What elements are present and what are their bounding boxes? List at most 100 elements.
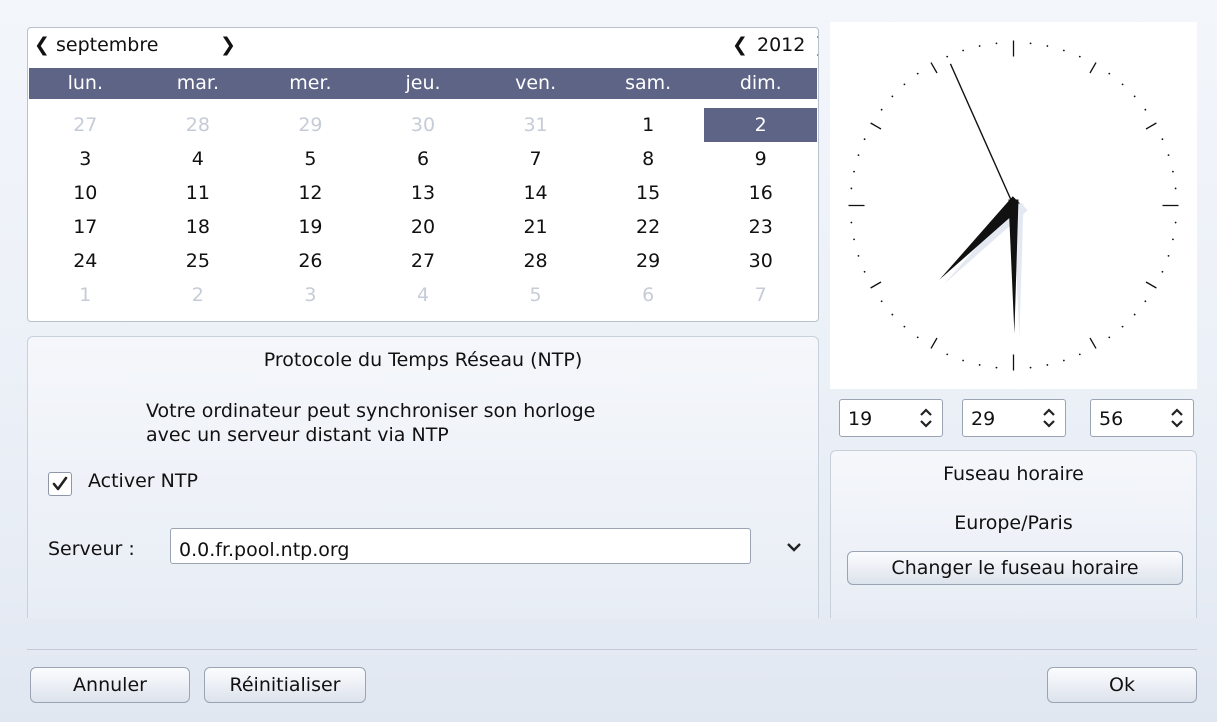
calendar-day[interactable]: 26 xyxy=(254,244,367,278)
minute-dot xyxy=(1108,336,1111,339)
calendar-day[interactable]: 12 xyxy=(254,176,367,210)
calendar-day[interactable]: 20 xyxy=(367,210,480,244)
calendar-day[interactable]: 29 xyxy=(254,108,367,142)
calendar-day[interactable]: 16 xyxy=(704,176,817,210)
calendar-day[interactable]: 3 xyxy=(254,278,367,312)
minute-dot xyxy=(1078,353,1081,356)
year-label[interactable]: 2012 xyxy=(757,34,805,56)
minute-dot xyxy=(903,83,906,86)
chevron-down-icon[interactable] xyxy=(784,537,804,557)
enable-ntp-label[interactable]: Activer NTP xyxy=(88,470,198,492)
calendar-day[interactable]: 28 xyxy=(479,244,592,278)
calendar-day[interactable]: 5 xyxy=(254,142,367,176)
calendar-day[interactable]: 28 xyxy=(142,108,255,142)
minute-dot xyxy=(1108,72,1111,75)
calendar-day[interactable]: 4 xyxy=(367,278,480,312)
calendar-day[interactable]: 2 xyxy=(142,278,255,312)
next-month-chevron-right-icon[interactable]: ❯ xyxy=(220,34,236,56)
minute-dot xyxy=(962,359,965,362)
minute-dot xyxy=(962,49,965,52)
minute-dot xyxy=(853,170,855,173)
calendar-day[interactable]: 7 xyxy=(704,278,817,312)
calendar-day[interactable]: 7 xyxy=(479,142,592,176)
minute-dot xyxy=(916,72,919,75)
up-down-arrows-icon[interactable] xyxy=(918,404,934,432)
month-label[interactable]: septembre xyxy=(56,34,158,56)
minute-dot xyxy=(1144,108,1147,111)
footer-separator xyxy=(27,649,1197,650)
ntp-description-line2: avec un serveur distant via NTP xyxy=(146,424,449,446)
ntp-group-title: Protocole du Temps Réseau (NTP) xyxy=(263,349,583,371)
calendar-day[interactable]: 31 xyxy=(479,108,592,142)
calendar-day-selected[interactable]: 2 xyxy=(704,108,817,142)
hour-tick xyxy=(930,62,938,74)
ntp-description-line1: Votre ordinateur peut synchroniser son h… xyxy=(146,400,596,422)
next-year-chevron-right-icon[interactable]: ❯ xyxy=(814,34,818,56)
calendar-day[interactable]: 4 xyxy=(142,142,255,176)
calendar-day[interactable]: 21 xyxy=(479,210,592,244)
calendar-day[interactable]: 27 xyxy=(367,244,480,278)
hour-tick xyxy=(870,281,882,289)
previous-month-chevron-left-icon[interactable]: ❮ xyxy=(34,34,50,56)
minute-dot xyxy=(1029,42,1032,45)
calendar-day[interactable]: 22 xyxy=(592,210,705,244)
calendar-day[interactable]: 8 xyxy=(592,142,705,176)
calendar-day[interactable]: 30 xyxy=(367,108,480,142)
calendar-day[interactable]: 25 xyxy=(142,244,255,278)
hour-tick xyxy=(1089,62,1097,74)
weekday-label: mer. xyxy=(289,72,332,94)
minute-dot xyxy=(1062,359,1065,362)
up-down-arrows-icon[interactable] xyxy=(1041,404,1057,432)
calendar-day[interactable]: 19 xyxy=(254,210,367,244)
minute-dot xyxy=(995,42,998,45)
seconds-spinbox[interactable]: 56 xyxy=(1090,399,1194,437)
calendar-day[interactable]: 29 xyxy=(592,244,705,278)
calendar-day[interactable]: 13 xyxy=(367,176,480,210)
hour-tick xyxy=(1089,337,1097,349)
calendar-day[interactable]: 18 xyxy=(142,210,255,244)
calendar-day[interactable]: 1 xyxy=(29,278,142,312)
minute-dot xyxy=(857,254,860,257)
calendar-day[interactable]: 30 xyxy=(704,244,817,278)
change-timezone-button[interactable]: Changer le fuseau horaire xyxy=(847,551,1183,585)
calendar-day[interactable]: 6 xyxy=(592,278,705,312)
minutes-spinbox[interactable]: 29 xyxy=(962,399,1066,437)
calendar-day[interactable]: 14 xyxy=(479,176,592,210)
minute-dot xyxy=(853,238,855,241)
enable-ntp-checkbox[interactable] xyxy=(48,472,72,496)
minute-dot xyxy=(1174,187,1177,190)
hour-tick xyxy=(1145,281,1157,289)
cancel-button[interactable]: Annuler xyxy=(30,667,190,703)
calendar: ❮ septembre ❯ ❮ 2012 ❯ lun.mar.mer.jeu.v… xyxy=(27,27,819,322)
calendar-navigation: ❮ septembre ❯ ❮ 2012 ❯ xyxy=(28,28,818,65)
timezone-group: Fuseau horaire Europe/Paris Changer le f… xyxy=(830,450,1197,618)
calendar-day[interactable]: 3 xyxy=(29,142,142,176)
server-input[interactable] xyxy=(170,528,751,564)
reset-button[interactable]: Réinitialiser xyxy=(204,667,366,703)
hours-spinbox[interactable]: 19 xyxy=(839,399,943,437)
minute-dot xyxy=(857,154,860,157)
minute-dot xyxy=(1174,221,1177,224)
minute-dot xyxy=(995,366,998,369)
calendar-day[interactable]: 23 xyxy=(704,210,817,244)
minute-dot xyxy=(1144,300,1147,303)
up-down-arrows-icon[interactable] xyxy=(1169,404,1185,432)
calendar-day[interactable]: 5 xyxy=(479,278,592,312)
minute-dot xyxy=(891,313,894,316)
minute-dot xyxy=(978,364,981,366)
calendar-day[interactable]: 10 xyxy=(29,176,142,210)
ok-button[interactable]: Ok xyxy=(1047,667,1197,703)
minute-dot xyxy=(1161,138,1164,141)
weekday-label: lun. xyxy=(67,72,103,94)
previous-year-chevron-left-icon[interactable]: ❮ xyxy=(732,34,748,56)
calendar-day[interactable]: 11 xyxy=(142,176,255,210)
calendar-day[interactable]: 27 xyxy=(29,108,142,142)
minute-dot xyxy=(1167,154,1170,157)
calendar-day[interactable]: 24 xyxy=(29,244,142,278)
calendar-day[interactable]: 6 xyxy=(367,142,480,176)
calendar-day[interactable]: 9 xyxy=(704,142,817,176)
server-label: Serveur : xyxy=(48,538,135,560)
calendar-day[interactable]: 17 xyxy=(29,210,142,244)
calendar-day[interactable]: 1 xyxy=(592,108,705,142)
calendar-day[interactable]: 15 xyxy=(592,176,705,210)
